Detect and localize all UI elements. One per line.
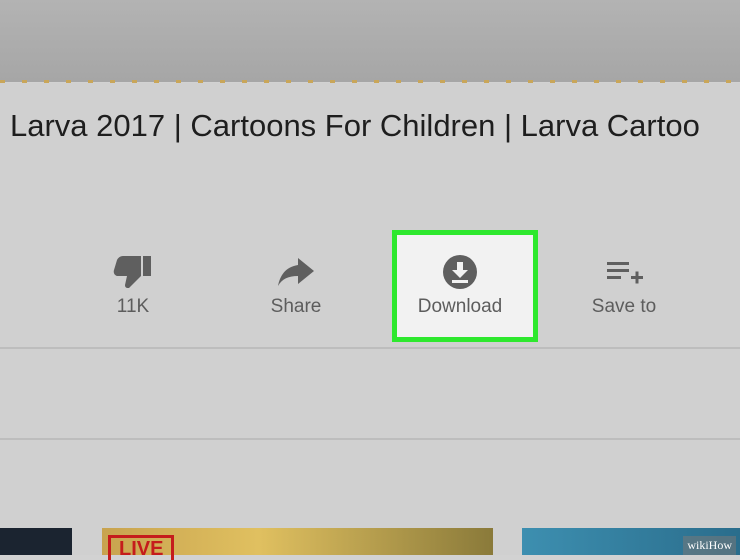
- save-to-button[interactable]: Save to: [564, 248, 684, 338]
- download-label: Download: [417, 296, 503, 317]
- live-badge: LIVE: [108, 535, 175, 560]
- video-player-area[interactable]: [0, 0, 740, 82]
- save-to-label: Save to: [591, 296, 657, 317]
- video-title: Larva 2017 | Cartoons For Children | Lar…: [10, 108, 700, 143]
- download-button[interactable]: Download: [400, 248, 520, 338]
- download-icon: [443, 255, 477, 289]
- share-label: Share: [270, 296, 322, 317]
- watermark: wikiHow: [683, 536, 736, 555]
- related-video-thumbnail[interactable]: [0, 528, 72, 555]
- divider: [0, 438, 740, 440]
- share-arrow-icon: [278, 258, 314, 286]
- dislike-count: 11K: [116, 296, 150, 317]
- playlist-add-icon: [607, 262, 643, 284]
- divider: [0, 347, 740, 349]
- dislike-button[interactable]: 11K: [73, 248, 193, 338]
- share-button[interactable]: Share: [236, 248, 356, 338]
- thumbs-down-icon: [113, 256, 151, 288]
